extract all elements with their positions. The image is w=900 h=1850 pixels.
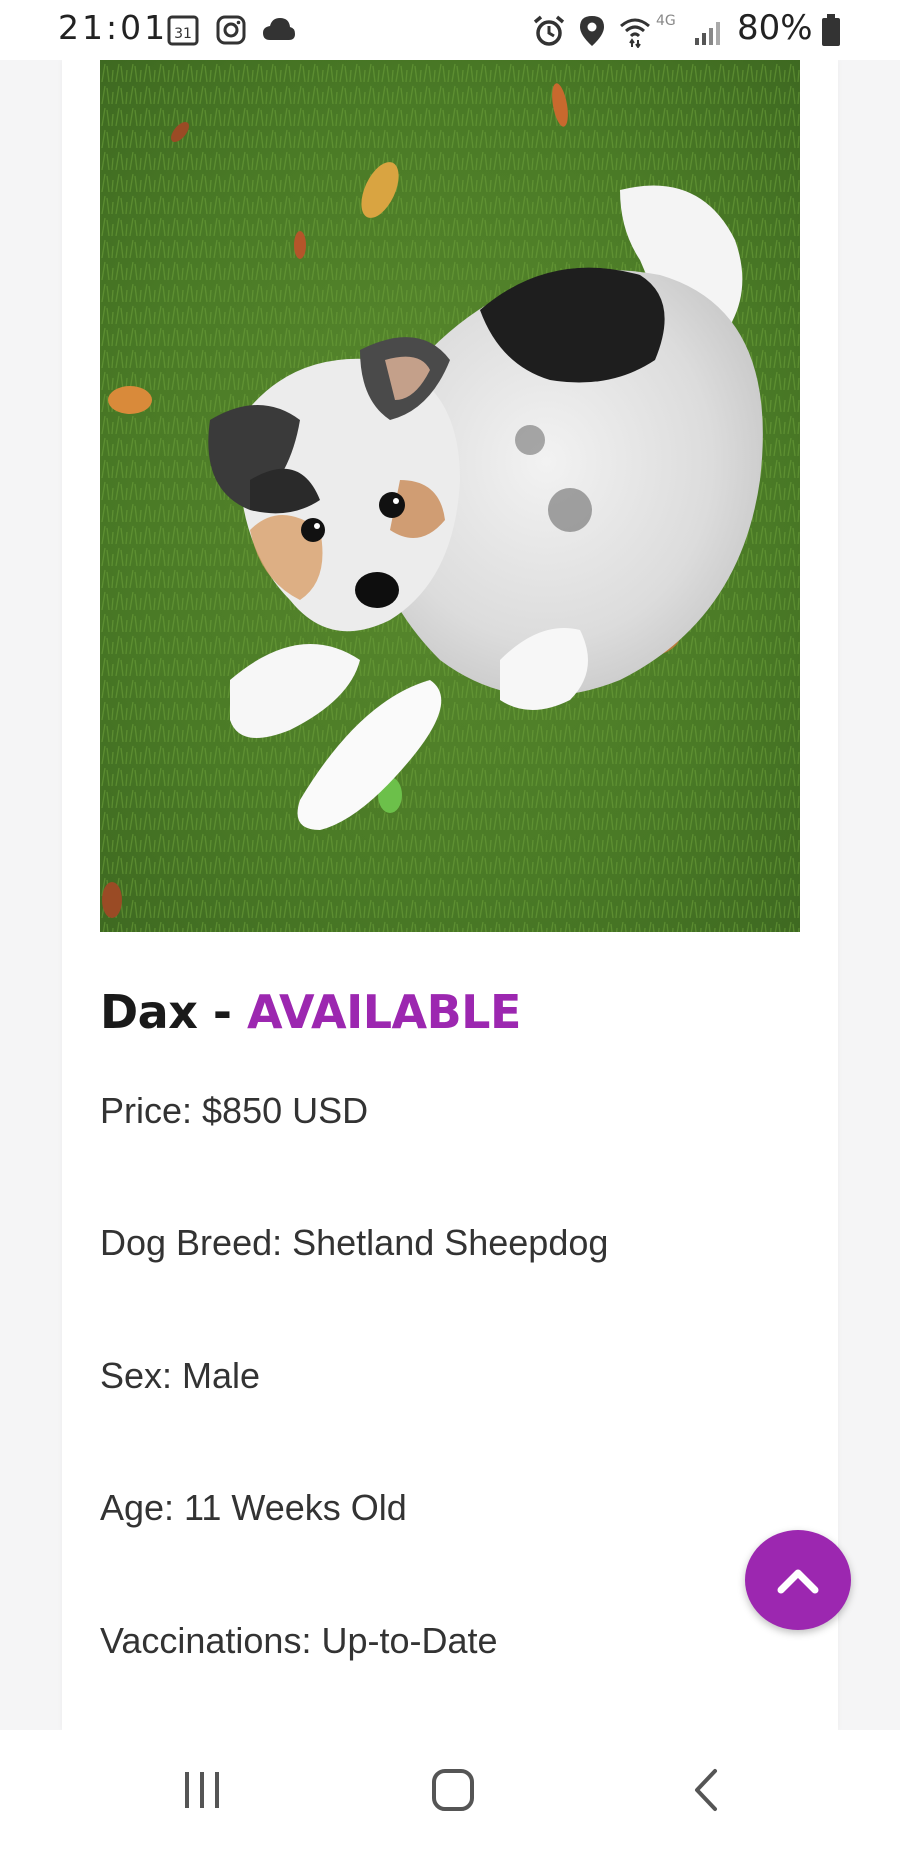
status-time: 21:01 <box>58 8 169 47</box>
price-line: Price: $850 USD <box>100 1090 369 1131</box>
chevron-up-icon <box>777 1569 819 1594</box>
battery-percent: 80% <box>737 8 813 48</box>
recents-button[interactable] <box>152 1752 252 1828</box>
svg-text:31: 31 <box>174 26 192 42</box>
calendar-icon: 31 <box>167 14 199 51</box>
signal-icon <box>694 18 726 51</box>
back-button[interactable] <box>656 1752 756 1828</box>
availability-status: AVAILABLE <box>247 985 521 1039</box>
sex-line: Sex: Male <box>100 1355 261 1396</box>
age-line: Age: 11 Weeks Old <box>100 1487 407 1528</box>
instagram-icon <box>215 14 247 51</box>
status-bar: 21:01 31 4G 80% <box>0 0 900 60</box>
back-icon <box>695 1769 717 1811</box>
alarm-icon <box>532 14 566 53</box>
home-button[interactable] <box>403 1752 503 1828</box>
puppy-photo <box>100 60 800 932</box>
vaccinations-line: Vaccinations: Up-to-Date <box>100 1620 498 1661</box>
scroll-to-top-button[interactable] <box>745 1530 851 1630</box>
wifi-icon <box>618 14 652 53</box>
breed-line: Dog Breed: Shetland Sheepdog <box>100 1222 609 1263</box>
cloud-icon <box>262 16 296 47</box>
dog-name: Dax <box>100 985 198 1039</box>
title-separator: - <box>197 985 248 1039</box>
battery-icon <box>822 14 840 51</box>
network-type: 4G <box>656 13 676 29</box>
home-icon <box>432 1769 474 1811</box>
location-icon <box>578 14 606 53</box>
listing-title: Dax - AVAILABLE <box>100 985 521 1039</box>
recents-icon <box>185 1772 219 1808</box>
navigation-bar <box>0 1730 900 1850</box>
